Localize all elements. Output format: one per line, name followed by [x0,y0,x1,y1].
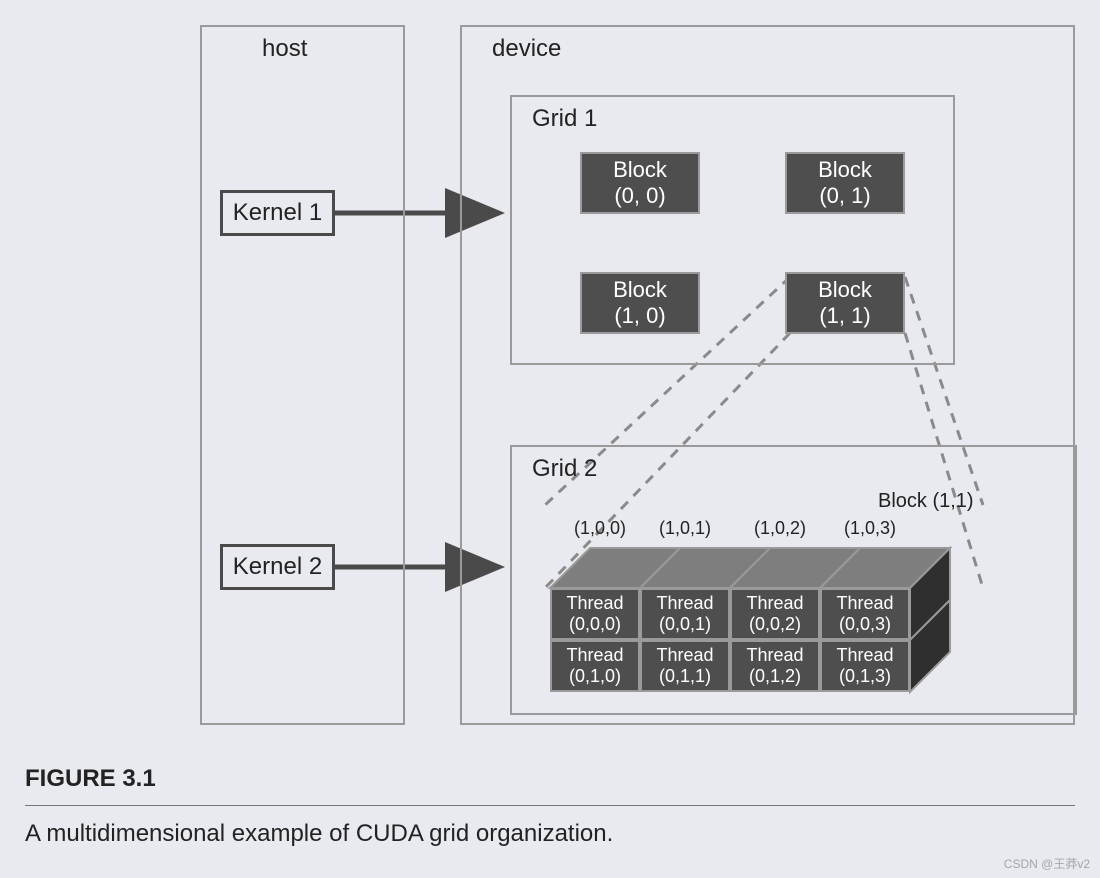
topcoord-1: (1,0,1) [650,518,720,539]
topcoord-3: (1,0,3) [835,518,905,539]
thread-002: Thread (0,0,2) [730,588,820,640]
block01-coord: (0, 1) [819,183,870,209]
t001-coord: (0,0,1) [659,614,711,635]
t010-title: Thread [566,645,623,666]
caption-separator [25,805,1075,806]
kernel1-label: Kernel 1 [233,199,322,227]
t002-title: Thread [746,593,803,614]
t010-coord: (0,1,0) [569,666,621,687]
block00-title: Block [613,157,667,183]
grid1-block-00: Block (0, 0) [580,152,700,214]
thread-010: Thread (0,1,0) [550,640,640,692]
kernel2-box: Kernel 2 [220,544,335,590]
grid1-label: Grid 1 [532,105,597,133]
block11-title: Block [818,277,872,303]
block11-coord: (1, 1) [819,303,870,329]
thread-000: Thread (0,0,0) [550,588,640,640]
thread-013: Thread (0,1,3) [820,640,910,692]
t012-title: Thread [746,645,803,666]
t000-title: Thread [566,593,623,614]
kernel2-label: Kernel 2 [233,553,322,581]
topcoord-0: (1,0,0) [565,518,635,539]
host-box: host [200,25,405,725]
block01-title: Block [818,157,872,183]
t012-coord: (0,1,2) [749,666,801,687]
t013-coord: (0,1,3) [839,666,891,687]
figure-caption: A multidimensional example of CUDA grid … [25,820,613,848]
watermark: CSDN @王莽v2 [1004,855,1090,872]
grid2-label: Grid 2 [532,455,597,483]
diagram-canvas: host device Kernel 1 Kernel 2 Grid 1 Blo… [0,0,1100,878]
t002-coord: (0,0,2) [749,614,801,635]
thread-003: Thread (0,0,3) [820,588,910,640]
thread-012: Thread (0,1,2) [730,640,820,692]
grid1-block-11: Block (1, 1) [785,272,905,334]
t003-title: Thread [836,593,893,614]
t011-title: Thread [656,645,713,666]
grid1-block-01: Block (0, 1) [785,152,905,214]
kernel1-box: Kernel 1 [220,190,335,236]
topcoord-2: (1,0,2) [745,518,815,539]
block10-coord: (1, 0) [614,303,665,329]
host-label: host [262,35,307,63]
block00-coord: (0, 0) [614,183,665,209]
block10-title: Block [613,277,667,303]
thread-011: Thread (0,1,1) [640,640,730,692]
block11-detail-label: Block (1,1) [878,490,974,513]
device-label: device [492,35,561,63]
t011-coord: (0,1,1) [659,666,711,687]
t001-title: Thread [656,593,713,614]
t003-coord: (0,0,3) [839,614,891,635]
t000-coord: (0,0,0) [569,614,621,635]
figure-number: FIGURE 3.1 [25,765,156,793]
grid1-block-10: Block (1, 0) [580,272,700,334]
t013-title: Thread [836,645,893,666]
thread-001: Thread (0,0,1) [640,588,730,640]
